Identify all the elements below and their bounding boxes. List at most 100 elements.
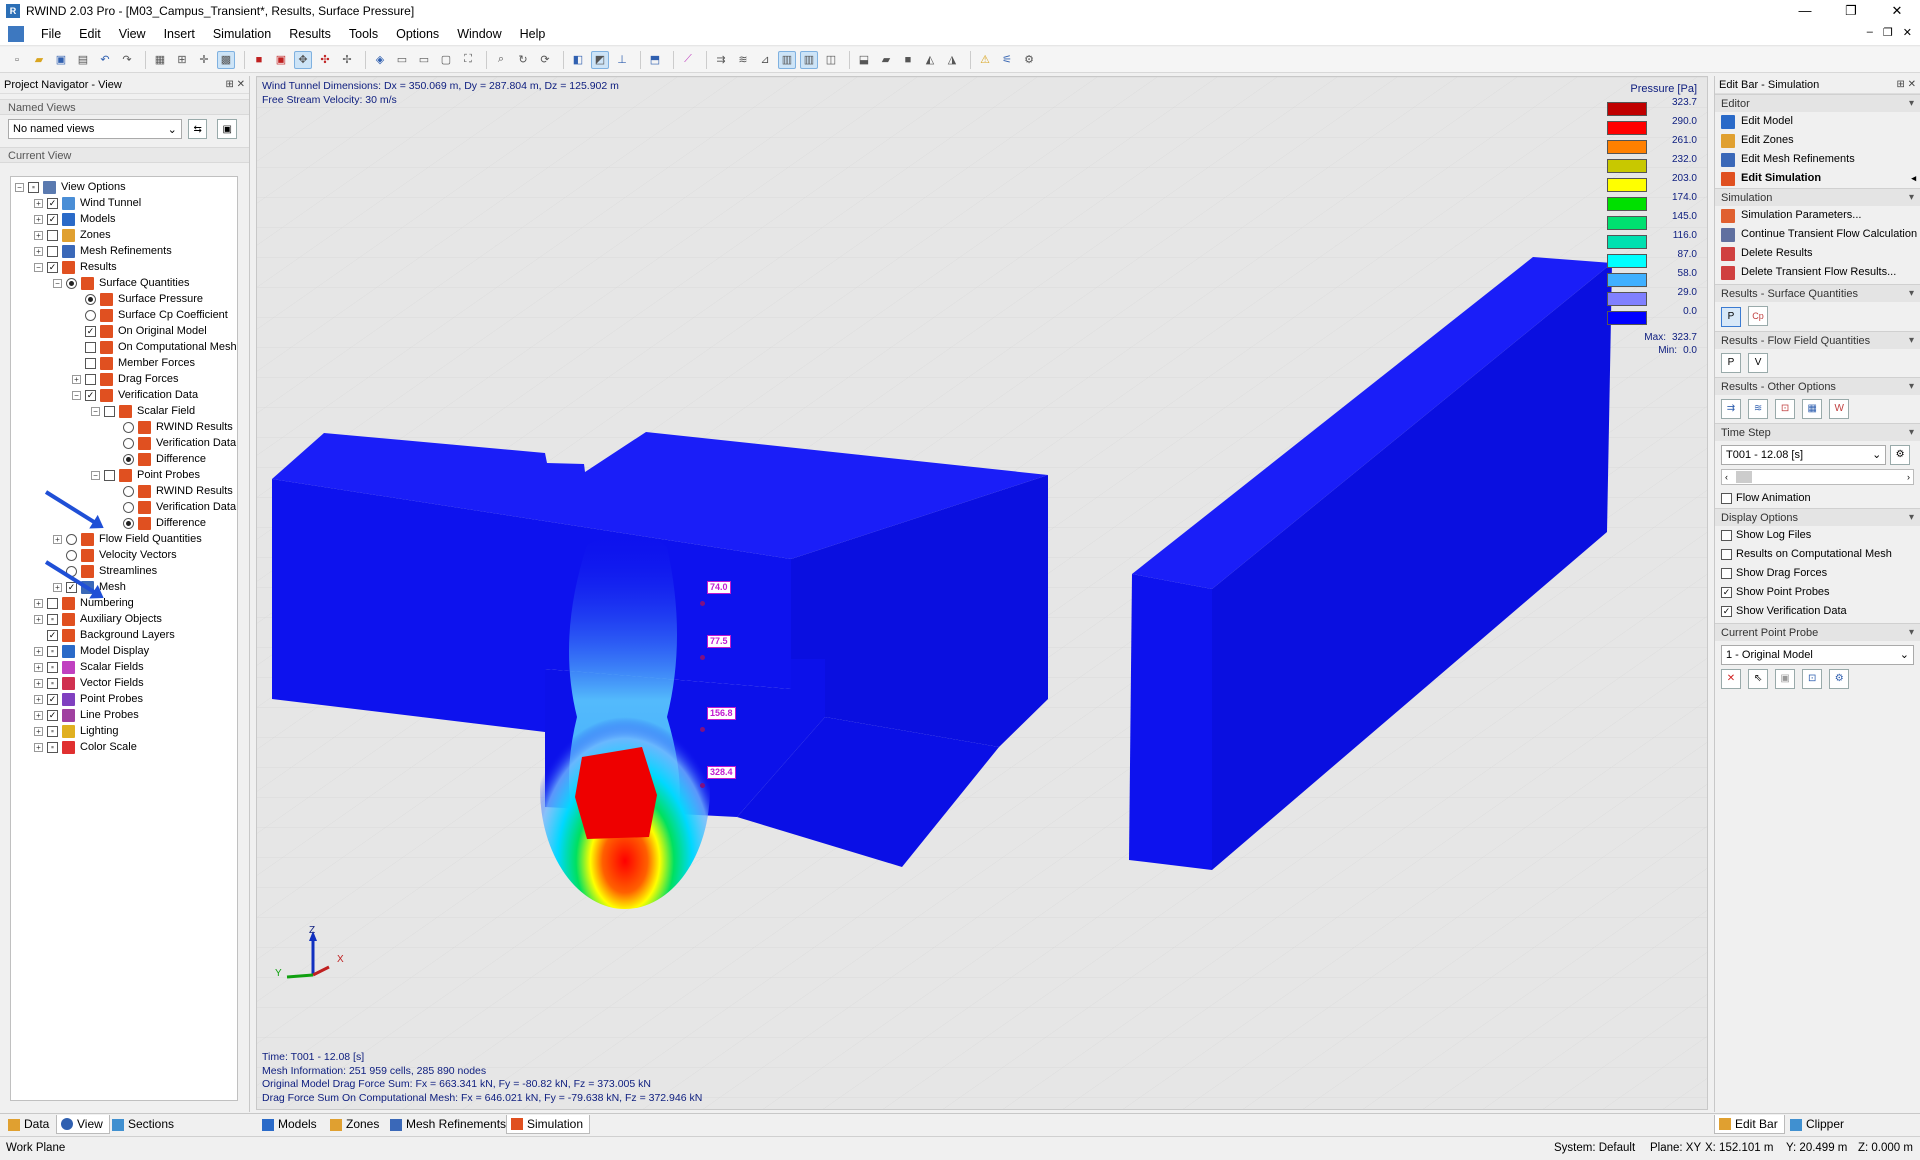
rwind-app-icon[interactable]: R (6, 4, 20, 18)
simulation-section-header[interactable]: Simulation (1715, 188, 1920, 207)
tree-radio[interactable] (66, 549, 77, 561)
tree-checkbox[interactable]: ✓ (47, 213, 58, 225)
tree-node[interactable]: Difference (11, 451, 237, 467)
tree-checkbox[interactable] (85, 341, 96, 353)
menu-help[interactable]: Help (511, 22, 555, 46)
plane-status[interactable]: Plane: XY (1650, 1137, 1701, 1159)
mdi-restore-button[interactable]: ❐ (1883, 26, 1893, 39)
tree-node[interactable]: + Drag Forces (11, 371, 237, 387)
display-option[interactable]: ✓ Show Point Probes (1715, 583, 1920, 602)
tree-node[interactable]: Verification Data (11, 499, 237, 515)
display-icon[interactable]: ⬒ (646, 51, 664, 69)
tree-node[interactable]: RWIND Results (11, 419, 237, 435)
probe-point[interactable] (700, 727, 705, 732)
display-options-header[interactable]: Display Options (1715, 507, 1920, 527)
tree-node[interactable]: + ▪ Lighting (11, 723, 237, 739)
expand-icon[interactable]: + (34, 598, 43, 608)
rotate-icon[interactable]: ✣ (316, 51, 334, 69)
surface-quantities-header[interactable]: Results - Surface Quantities (1715, 284, 1920, 303)
edit-zones-item[interactable]: Edit Zones (1715, 131, 1920, 150)
probe-point[interactable] (700, 655, 705, 660)
pan-icon[interactable]: ✢ (338, 51, 356, 69)
tree-radio[interactable] (123, 421, 134, 433)
tree-radio[interactable] (123, 501, 134, 513)
tree-node[interactable]: RWIND Results (11, 483, 237, 499)
tree-checkbox[interactable] (47, 229, 58, 241)
view-iso-icon[interactable]: ◈ (371, 51, 389, 69)
tree-node[interactable]: + ▪ Model Display (11, 643, 237, 659)
undo-icon[interactable]: ↶ (96, 51, 114, 69)
tree-node[interactable]: + ✓ Line Probes (11, 707, 237, 723)
apply-view-icon[interactable]: ⇆ (187, 119, 208, 139)
tree-node[interactable]: ✓ On Original Model (11, 323, 237, 339)
maximize-button[interactable]: ❐ (1828, 0, 1874, 22)
save-view-icon[interactable]: ▣ (217, 119, 237, 139)
edit-simulation-item[interactable]: Edit Simulation ◂ (1715, 169, 1920, 188)
simulation-parameters-item[interactable]: Simulation Parameters... (1715, 206, 1920, 225)
editor-section-header[interactable]: Editor (1715, 94, 1920, 113)
tree-checkbox[interactable]: ✓ (47, 261, 58, 273)
tree-checkbox[interactable]: ▪ (47, 677, 58, 689)
probe-chart-icon[interactable]: ⊡ (1802, 668, 1823, 689)
tree-checkbox[interactable]: ▪ (47, 725, 58, 737)
probe-point[interactable] (700, 601, 705, 606)
expand-icon[interactable]: + (34, 646, 43, 656)
stop-icon[interactable]: ■ (250, 51, 268, 69)
expand-icon[interactable]: + (34, 726, 43, 736)
expand-icon[interactable]: + (34, 742, 43, 752)
tree-radio[interactable] (85, 293, 96, 305)
other-options-header[interactable]: Results - Other Options (1715, 376, 1920, 396)
tree-node[interactable]: Verification Data (11, 435, 237, 451)
mdi-minimize-button[interactable]: – (1867, 26, 1873, 39)
tree-node[interactable]: Member Forces (11, 355, 237, 371)
tree-node[interactable]: Velocity Vectors (11, 547, 237, 563)
tree-radio[interactable] (85, 309, 96, 321)
print-icon[interactable]: ▤ (74, 51, 92, 69)
new-file-icon[interactable]: ▫ (8, 51, 26, 69)
tree-checkbox[interactable] (85, 373, 96, 385)
results-icon[interactable]: ▣ (272, 51, 290, 69)
tree-checkbox[interactable]: ▪ (47, 645, 58, 657)
view-side-icon[interactable]: ▭ (415, 51, 433, 69)
tab-mesh-refinements[interactable]: Mesh Refinements (386, 1115, 512, 1134)
display-option-checkbox[interactable] (1721, 529, 1732, 541)
axes-icon[interactable]: ⊥ (613, 51, 631, 69)
tree-node[interactable]: + ▪ Auxiliary Objects (11, 611, 237, 627)
probe-settings-icon[interactable]: ⚙ (1829, 668, 1850, 689)
edit-mesh-refinements-item[interactable]: Edit Mesh Refinements (1715, 150, 1920, 169)
tree-checkbox[interactable]: ▪ (47, 613, 58, 625)
flat-icon[interactable]: ▰ (877, 51, 895, 69)
tree-node[interactable]: + ✓ Mesh (11, 579, 237, 595)
tab-sections[interactable]: Sections (108, 1115, 180, 1134)
crosshair-icon[interactable]: ✛ (195, 51, 213, 69)
edit-model-item[interactable]: Edit Model (1715, 112, 1920, 131)
perspective-icon[interactable]: ◩ (591, 50, 609, 69)
tree-checkbox[interactable]: ✓ (47, 709, 58, 721)
tree-node[interactable]: + ✓ Models (11, 211, 237, 227)
collapse-icon[interactable]: − (72, 390, 81, 400)
time-step-slider[interactable]: ‹ › (1721, 468, 1914, 485)
split-icon[interactable]: ◮ (943, 51, 961, 69)
document-icon[interactable] (8, 25, 24, 42)
tree-node[interactable]: + ▪ Vector Fields (11, 675, 237, 691)
tree-checkbox[interactable] (104, 469, 115, 481)
tree-radio[interactable] (123, 453, 134, 465)
menu-window[interactable]: Window (448, 22, 510, 46)
tree-radio[interactable] (66, 533, 77, 545)
menu-options[interactable]: Options (387, 22, 448, 46)
tree-node[interactable]: − Surface Quantities (11, 275, 237, 291)
current-point-probe-header[interactable]: Current Point Probe (1715, 622, 1920, 642)
display-option-checkbox[interactable] (1721, 548, 1732, 560)
tree-node[interactable]: Streamlines (11, 563, 237, 579)
expand-icon[interactable]: + (34, 214, 43, 224)
tree-node[interactable]: Surface Cp Coefficient (11, 307, 237, 323)
tree-node[interactable]: − ▪ View Options (11, 179, 237, 195)
expand-icon[interactable]: + (34, 678, 43, 688)
flow-animation-checkbox[interactable] (1721, 492, 1732, 504)
tree-checkbox[interactable]: ✓ (47, 629, 58, 641)
delete-transient-item[interactable]: Delete Transient Flow Results... (1715, 263, 1920, 282)
zoom-all-icon[interactable]: ⛶ (459, 51, 477, 69)
grid-icon[interactable]: ▦ (151, 51, 169, 69)
close-button[interactable]: ✕ (1874, 0, 1920, 22)
tree-node[interactable]: + ▪ Scalar Fields (11, 659, 237, 675)
